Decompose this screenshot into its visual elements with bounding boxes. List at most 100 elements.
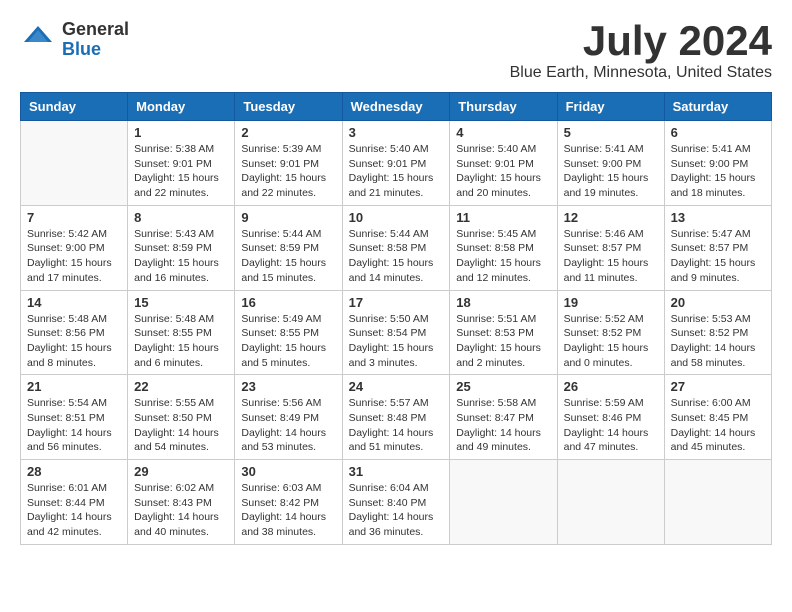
calendar-cell: 3 Sunrise: 5:40 AMSunset: 9:01 PMDaylight… (342, 121, 450, 206)
day-number: 11 (456, 210, 550, 225)
day-number: 23 (241, 379, 335, 394)
calendar-week-row: 21Sunrise: 5:54 AMSunset: 8:51 PMDayligh… (21, 375, 772, 460)
calendar-cell: 8Sunrise: 5:43 AMSunset: 8:59 PMDaylight… (128, 205, 235, 290)
calendar-week-row: 1Sunrise: 5:38 AMSunset: 9:01 PMDaylight… (21, 121, 772, 206)
cell-info: Sunrise: 5:47 AMSunset: 8:57 PMDaylight:… (671, 227, 765, 286)
cell-info: Sunrise: 5:42 AMSunset: 9:00 PMDaylight:… (27, 227, 121, 286)
calendar-cell: 1Sunrise: 5:38 AMSunset: 9:01 PMDaylight… (128, 121, 235, 206)
day-number: 14 (27, 295, 121, 310)
cell-info: Sunrise: 6:02 AMSunset: 8:43 PMDaylight:… (134, 481, 228, 540)
calendar-cell: 28 Sunrise: 6:01 AMSunset: 8:44 PMDayligh… (21, 460, 128, 545)
cell-info: Sunrise: 6:03 AMSunset: 8:42 PMDaylight:… (241, 481, 335, 540)
day-number: 1 (134, 125, 228, 140)
calendar-cell: 15 Sunrise: 5:48 AMSunset: 8:55 PMDayligh… (128, 290, 235, 375)
day-number: 22 (134, 379, 228, 394)
calendar-cell: 18Sunrise: 5:51 AMSunset: 8:53 PMDayligh… (450, 290, 557, 375)
day-header-sunday: Sunday (21, 93, 128, 121)
day-number: 10 (349, 210, 444, 225)
logo-general-text: General (62, 20, 129, 40)
title-area: July 2024 Blue Earth, Minnesota, United … (510, 20, 772, 82)
day-header-thursday: Thursday (450, 93, 557, 121)
cell-info: Sunrise: 6:01 AMSunset: 8:44 PMDaylight:… (27, 481, 121, 540)
calendar-cell: 27 Sunrise: 6:00 AMSunset: 8:45 PMDayligh… (664, 375, 771, 460)
cell-info: Sunrise: 5:48 AMSunset: 8:55 PMDaylight:… (134, 312, 228, 371)
calendar-cell: 5 Sunrise: 5:41 AMSunset: 9:00 PMDaylight… (557, 121, 664, 206)
day-number: 15 (134, 295, 228, 310)
day-number: 19 (564, 295, 658, 310)
day-number: 12 (564, 210, 658, 225)
calendar-cell: 20Sunrise: 5:53 AMSunset: 8:52 PMDayligh… (664, 290, 771, 375)
logo-text: General Blue (62, 20, 129, 60)
day-number: 2 (241, 125, 335, 140)
calendar-cell: 9 Sunrise: 5:44 AMSunset: 8:59 PMDaylight… (235, 205, 342, 290)
day-number: 30 (241, 464, 335, 479)
day-number: 17 (349, 295, 444, 310)
calendar-header-row: SundayMondayTuesdayWednesdayThursdayFrid… (21, 93, 772, 121)
cell-info: Sunrise: 5:57 AMSunset: 8:48 PMDaylight:… (349, 396, 444, 455)
cell-info: Sunrise: 5:45 AMSunset: 8:58 PMDaylight:… (456, 227, 550, 286)
day-number: 5 (564, 125, 658, 140)
day-number: 28 (27, 464, 121, 479)
day-number: 25 (456, 379, 550, 394)
calendar-cell: 17 Sunrise: 5:50 AMSunset: 8:54 PMDayligh… (342, 290, 450, 375)
calendar-table: SundayMondayTuesdayWednesdayThursdayFrid… (20, 92, 772, 545)
cell-info: Sunrise: 5:44 AMSunset: 8:59 PMDaylight:… (241, 227, 335, 286)
cell-info: Sunrise: 5:50 AMSunset: 8:54 PMDaylight:… (349, 312, 444, 371)
day-number: 27 (671, 379, 765, 394)
cell-info: Sunrise: 5:59 AMSunset: 8:46 PMDaylight:… (564, 396, 658, 455)
calendar-cell: 25Sunrise: 5:58 AMSunset: 8:47 PMDayligh… (450, 375, 557, 460)
calendar-cell (450, 460, 557, 545)
day-header-monday: Monday (128, 93, 235, 121)
calendar-cell: 4Sunrise: 5:40 AMSunset: 9:01 PMDaylight… (450, 121, 557, 206)
logo: General Blue (20, 20, 129, 60)
cell-info: Sunrise: 5:46 AMSunset: 8:57 PMDaylight:… (564, 227, 658, 286)
day-number: 6 (671, 125, 765, 140)
cell-info: Sunrise: 5:40 AMSunset: 9:01 PMDaylight:… (349, 142, 444, 201)
cell-info: Sunrise: 5:53 AMSunset: 8:52 PMDaylight:… (671, 312, 765, 371)
day-header-friday: Friday (557, 93, 664, 121)
calendar-week-row: 7Sunrise: 5:42 AMSunset: 9:00 PMDaylight… (21, 205, 772, 290)
cell-info: Sunrise: 5:41 AMSunset: 9:00 PMDaylight:… (671, 142, 765, 201)
logo-blue-text: Blue (62, 40, 129, 60)
day-number: 21 (27, 379, 121, 394)
day-number: 31 (349, 464, 444, 479)
cell-info: Sunrise: 5:41 AMSunset: 9:00 PMDaylight:… (564, 142, 658, 201)
calendar-cell: 14 Sunrise: 5:48 AMSunset: 8:56 PMDayligh… (21, 290, 128, 375)
cell-info: Sunrise: 5:39 AMSunset: 9:01 PMDaylight:… (241, 142, 335, 201)
cell-info: Sunrise: 6:00 AMSunset: 8:45 PMDaylight:… (671, 396, 765, 455)
day-header-saturday: Saturday (664, 93, 771, 121)
calendar-cell: 23Sunrise: 5:56 AMSunset: 8:49 PMDayligh… (235, 375, 342, 460)
cell-info: Sunrise: 5:44 AMSunset: 8:58 PMDaylight:… (349, 227, 444, 286)
day-number: 29 (134, 464, 228, 479)
location-title: Blue Earth, Minnesota, United States (510, 64, 772, 82)
calendar-cell: 21Sunrise: 5:54 AMSunset: 8:51 PMDayligh… (21, 375, 128, 460)
calendar-cell: 30 Sunrise: 6:03 AMSunset: 8:42 PMDayligh… (235, 460, 342, 545)
cell-info: Sunrise: 6:04 AMSunset: 8:40 PMDaylight:… (349, 481, 444, 540)
calendar-cell: 2 Sunrise: 5:39 AMSunset: 9:01 PMDaylight… (235, 121, 342, 206)
day-number: 4 (456, 125, 550, 140)
calendar-cell (664, 460, 771, 545)
day-number: 13 (671, 210, 765, 225)
calendar-cell: 29 Sunrise: 6:02 AMSunset: 8:43 PMDayligh… (128, 460, 235, 545)
day-number: 9 (241, 210, 335, 225)
calendar-cell (21, 121, 128, 206)
calendar-cell: 7Sunrise: 5:42 AMSunset: 9:00 PMDaylight… (21, 205, 128, 290)
calendar-cell: 6 Sunrise: 5:41 AMSunset: 9:00 PMDaylight… (664, 121, 771, 206)
calendar-cell: 26Sunrise: 5:59 AMSunset: 8:46 PMDayligh… (557, 375, 664, 460)
calendar-week-row: 14 Sunrise: 5:48 AMSunset: 8:56 PMDayligh… (21, 290, 772, 375)
day-number: 18 (456, 295, 550, 310)
calendar-cell: 13 Sunrise: 5:47 AMSunset: 8:57 PMDayligh… (664, 205, 771, 290)
day-header-tuesday: Tuesday (235, 93, 342, 121)
cell-info: Sunrise: 5:49 AMSunset: 8:55 PMDaylight:… (241, 312, 335, 371)
calendar-cell (557, 460, 664, 545)
cell-info: Sunrise: 5:52 AMSunset: 8:52 PMDaylight:… (564, 312, 658, 371)
day-number: 24 (349, 379, 444, 394)
day-number: 3 (349, 125, 444, 140)
calendar-cell: 19 Sunrise: 5:52 AMSunset: 8:52 PMDayligh… (557, 290, 664, 375)
calendar-cell: 22Sunrise: 5:55 AMSunset: 8:50 PMDayligh… (128, 375, 235, 460)
cell-info: Sunrise: 5:48 AMSunset: 8:56 PMDaylight:… (27, 312, 121, 371)
calendar-week-row: 28 Sunrise: 6:01 AMSunset: 8:44 PMDayligh… (21, 460, 772, 545)
month-title: July 2024 (510, 20, 772, 62)
page-header: General Blue July 2024 Blue Earth, Minne… (20, 20, 772, 82)
logo-icon (20, 22, 56, 58)
